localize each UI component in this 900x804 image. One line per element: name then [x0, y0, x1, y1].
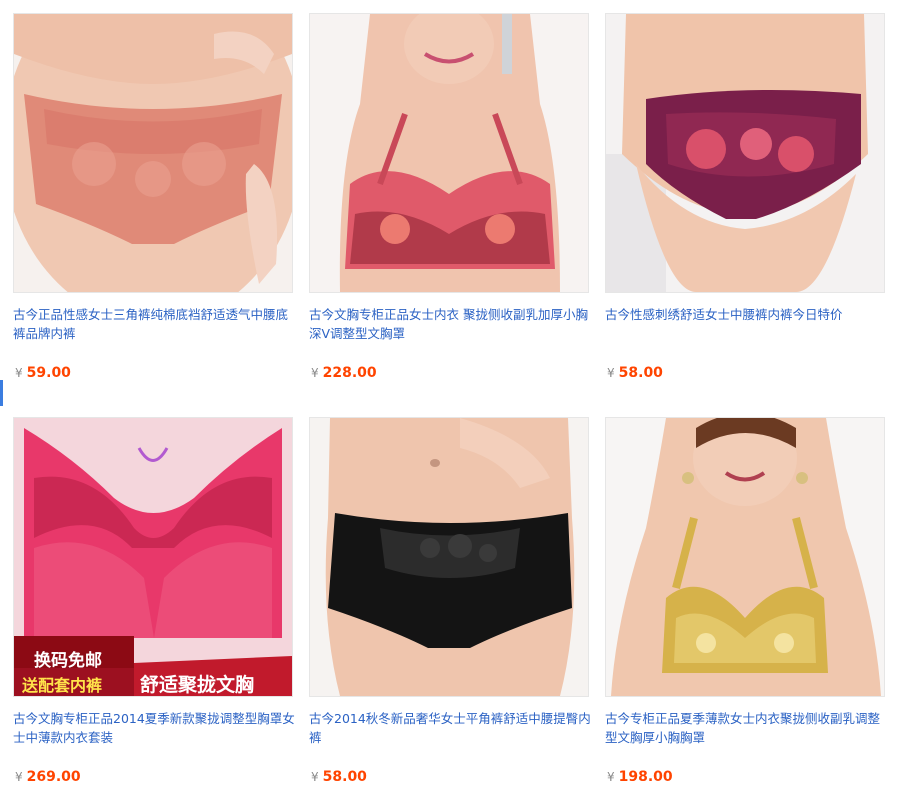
currency-symbol: ¥	[607, 366, 615, 380]
product-image	[310, 14, 588, 292]
price-value: 58.00	[322, 769, 367, 785]
price-value: 269.00	[26, 769, 81, 785]
currency-symbol: ¥	[607, 770, 615, 784]
product-price: ¥228.00	[311, 365, 377, 381]
promo-free-shipping: 换码免邮	[34, 651, 102, 671]
currency-symbol: ¥	[15, 770, 23, 784]
product-grid: 古今正品性感女士三角裤纯棉底裆舒适透气中腰底裤品牌内裤 ¥59.00 古今文胸专…	[0, 0, 900, 804]
plum-floral-brief-photo[interactable]	[605, 13, 885, 293]
price-value: 58.00	[618, 365, 663, 381]
currency-symbol: ¥	[15, 366, 23, 380]
black-lace-boyshort-photo[interactable]	[309, 417, 589, 697]
product-card[interactable]: 换码免邮 送配套内裤 舒适聚拢文胸 古今文胸专柜正品2014夏季新款聚拢调整型胸…	[13, 417, 295, 785]
product-price: ¥58.00	[311, 769, 367, 785]
product-image	[606, 418, 884, 696]
product-image	[606, 14, 884, 292]
currency-symbol: ¥	[311, 366, 319, 380]
product-title[interactable]: 古今文胸专柜正品2014夏季新款聚拢调整型胸罩女士中薄款内衣套装	[13, 709, 295, 749]
product-price: ¥198.00	[607, 769, 673, 785]
product-price: ¥269.00	[15, 769, 81, 785]
product-title[interactable]: 古今专柜正品夏季薄款女士内衣聚拢侧收副乳调整型文胸厚小胸胸罩	[605, 709, 887, 749]
promo-gift: 送配套内裤	[22, 676, 103, 695]
scroll-indicator	[0, 380, 3, 406]
product-price: ¥58.00	[607, 365, 663, 381]
promo-banner: 舒适聚拢文胸	[140, 674, 255, 696]
product-title[interactable]: 古今2014秋冬新品奢华女士平角裤舒适中腰提臀内裤	[309, 709, 591, 749]
pink-lace-bra-photo[interactable]: 换码免邮 送配套内裤 舒适聚拢文胸	[13, 417, 293, 697]
product-card[interactable]: 古今性感刺绣舒适女士中腰裤内裤今日特价 ¥58.00	[605, 13, 887, 381]
gold-lace-bra-photo[interactable]	[605, 417, 885, 697]
price-value: 198.00	[618, 769, 673, 785]
coral-floral-bra-photo[interactable]	[309, 13, 589, 293]
peach-lace-brief-photo[interactable]	[13, 13, 293, 293]
price-value: 228.00	[322, 365, 377, 381]
currency-symbol: ¥	[311, 770, 319, 784]
product-card[interactable]: 古今专柜正品夏季薄款女士内衣聚拢侧收副乳调整型文胸厚小胸胸罩 ¥198.00	[605, 417, 887, 785]
product-title[interactable]: 古今正品性感女士三角裤纯棉底裆舒适透气中腰底裤品牌内裤	[13, 305, 295, 345]
product-title[interactable]: 古今性感刺绣舒适女士中腰裤内裤今日特价	[605, 305, 887, 345]
product-price: ¥59.00	[15, 365, 71, 381]
product-image	[14, 14, 292, 292]
product-image	[310, 418, 588, 696]
product-title[interactable]: 古今文胸专柜正品女士内衣 聚拢侧收副乳加厚小胸深V调整型文胸罩	[309, 305, 591, 345]
product-card[interactable]: 古今2014秋冬新品奢华女士平角裤舒适中腰提臀内裤 ¥58.00	[309, 417, 591, 785]
price-value: 59.00	[26, 365, 71, 381]
product-card[interactable]: 古今文胸专柜正品女士内衣 聚拢侧收副乳加厚小胸深V调整型文胸罩 ¥228.00	[309, 13, 591, 381]
product-card[interactable]: 古今正品性感女士三角裤纯棉底裆舒适透气中腰底裤品牌内裤 ¥59.00	[13, 13, 295, 381]
